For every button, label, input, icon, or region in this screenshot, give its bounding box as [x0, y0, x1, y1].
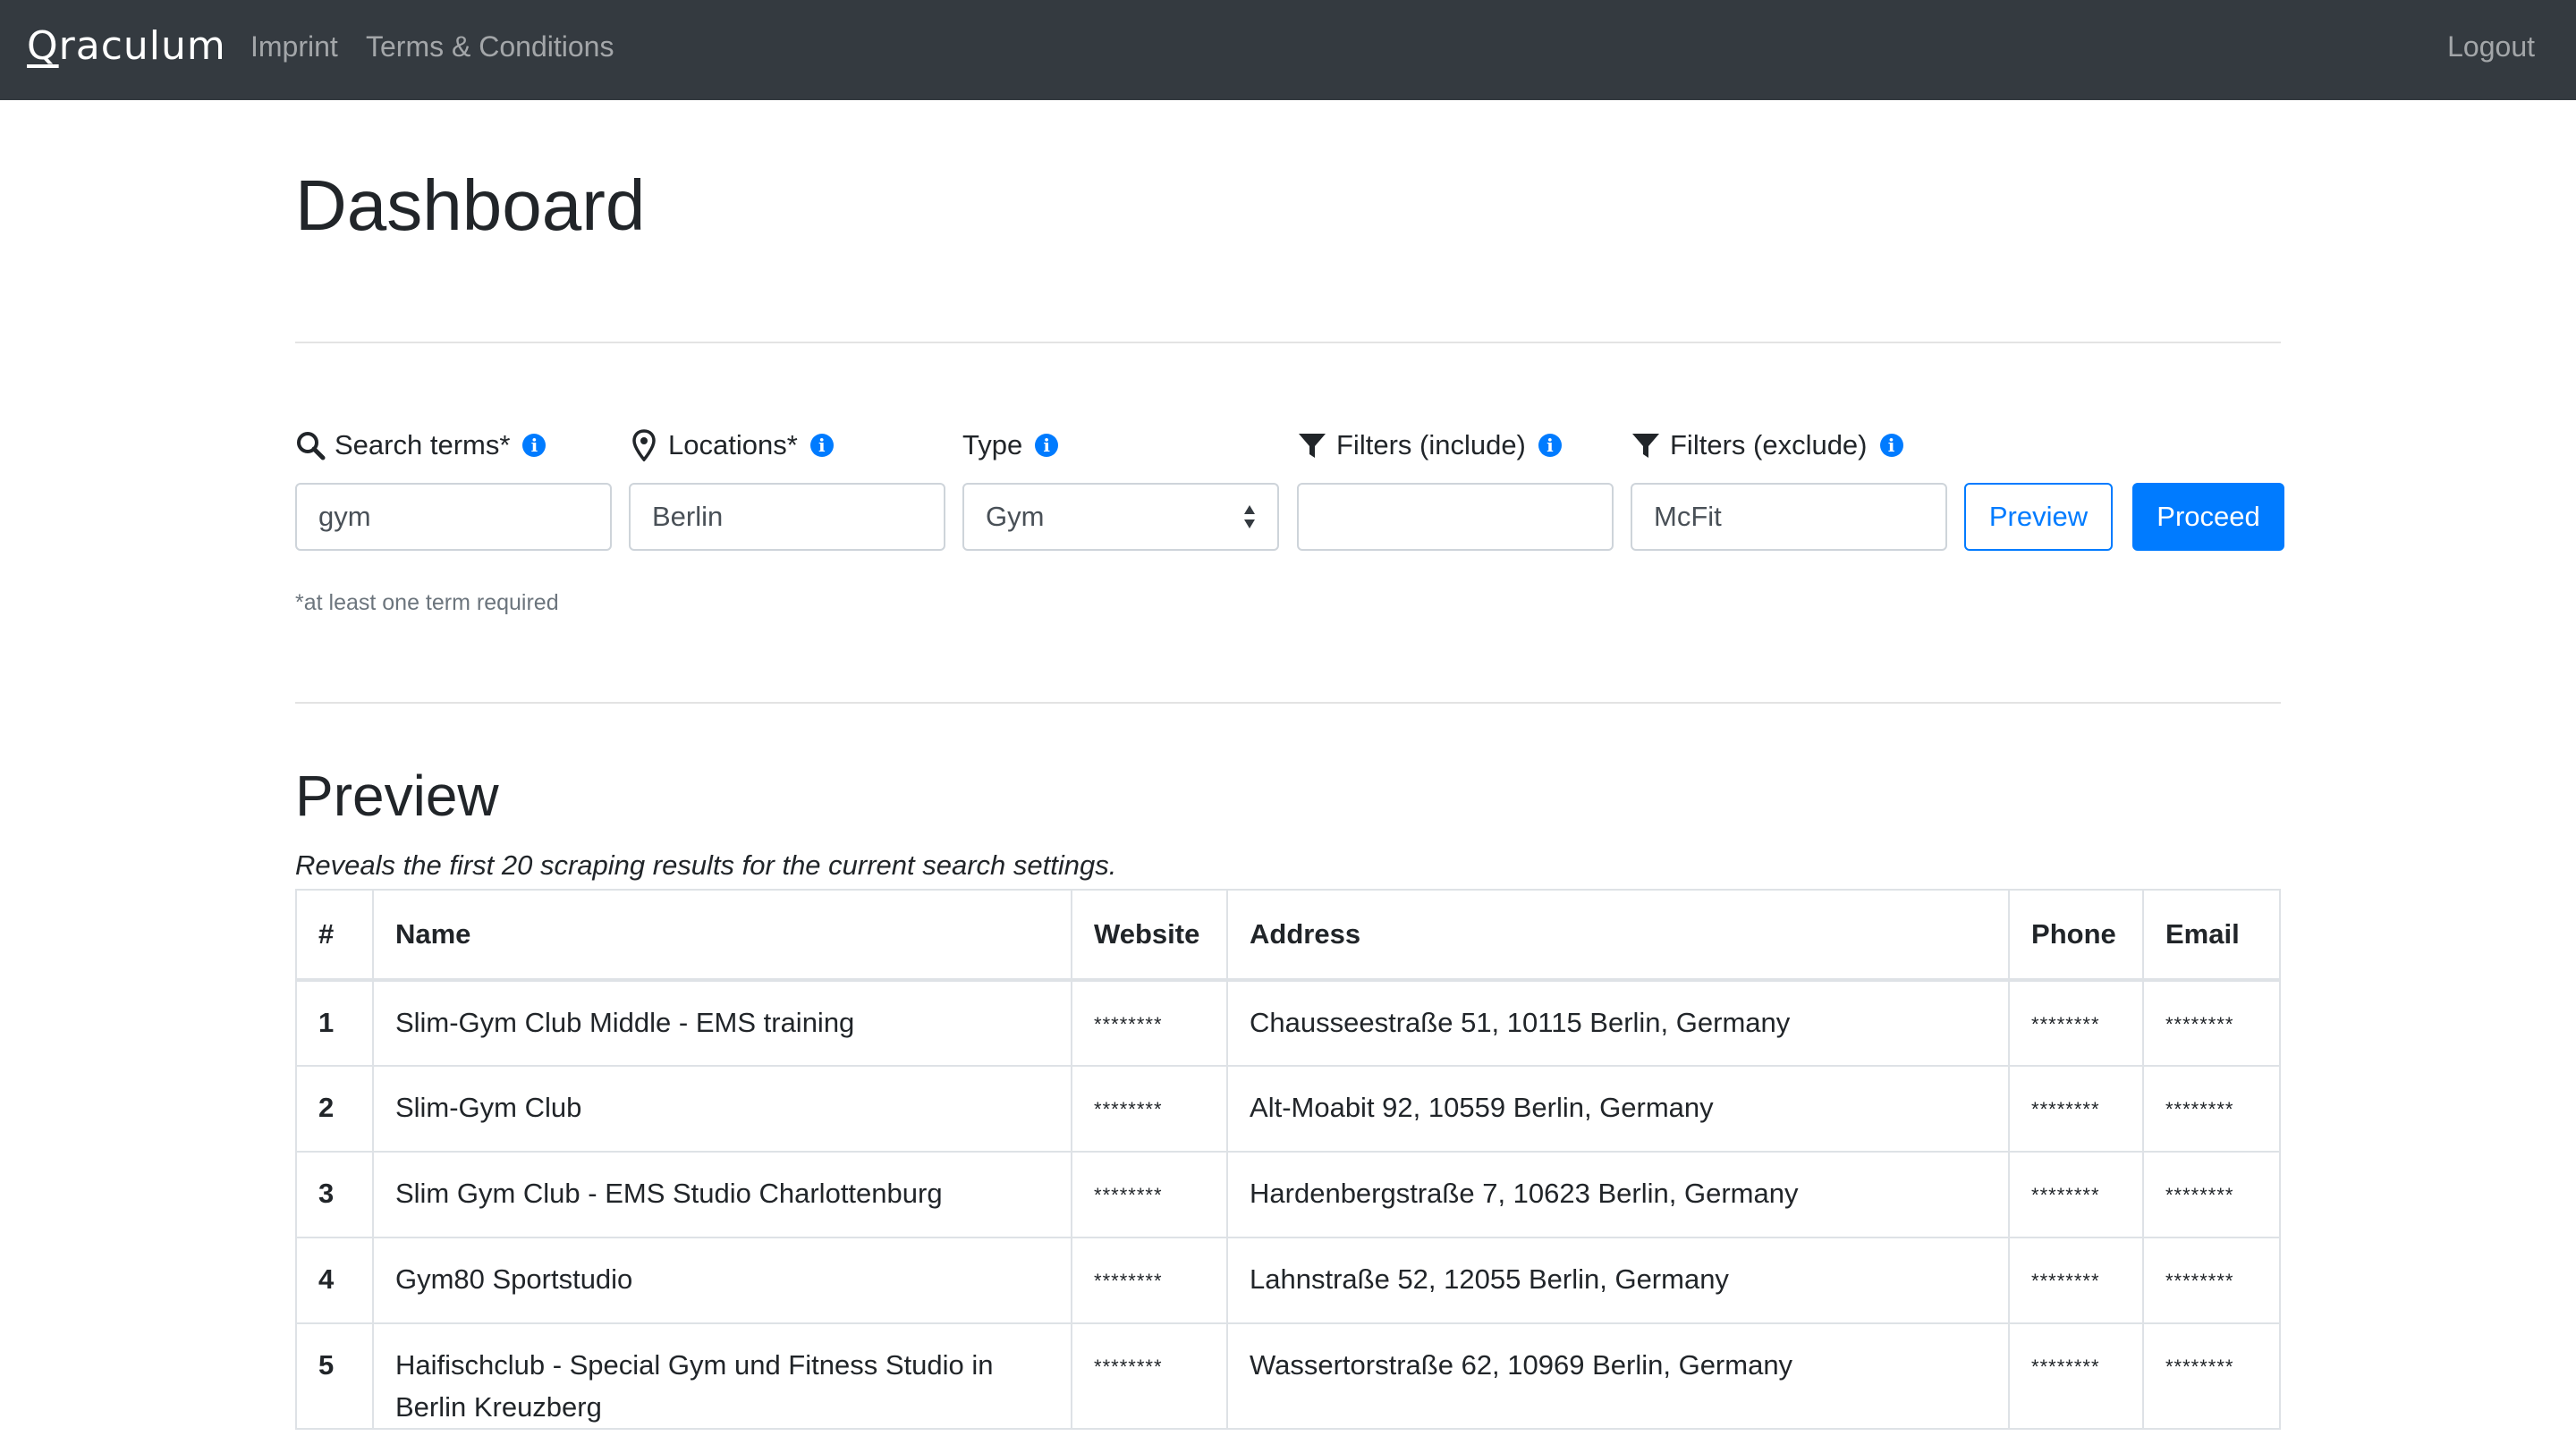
search-terms-field: Search terms* i: [295, 420, 612, 551]
row-website: ********: [1071, 979, 1229, 1067]
type-label: Type i: [962, 420, 1279, 470]
row-number: 5: [295, 1322, 374, 1430]
filters-exclude-label: Filters (exclude) i: [1631, 420, 1947, 470]
search-terms-label-text: Search terms*: [335, 429, 511, 460]
brand-logo[interactable]: Qraculum: [27, 23, 226, 69]
row-address: Hardenbergstraße 7, 10623 Berlin, German…: [1226, 1151, 2011, 1238]
filter-icon: [1631, 430, 1661, 460]
column-header-website: Website: [1071, 889, 1229, 982]
row-address: Lahnstraße 52, 12055 Berlin, Germany: [1226, 1237, 2011, 1324]
row-website: ********: [1071, 1151, 1229, 1238]
type-field: Type i Gym: [962, 420, 1279, 551]
filters-include-label: Filters (include) i: [1297, 420, 1614, 470]
filters-include-label-text: Filters (include): [1336, 429, 1526, 460]
table-row: 1 Slim-Gym Club Middle - EMS training **…: [295, 979, 2281, 1067]
select-arrows-icon: [1243, 503, 1256, 530]
info-icon[interactable]: i: [522, 434, 547, 457]
table-header-row: # Name Website Address Phone Email: [295, 889, 2281, 982]
brand-logo-initial: Q: [27, 23, 59, 69]
locations-field: Locations* i: [629, 420, 945, 551]
preview-heading: Preview: [295, 764, 499, 828]
row-phone: ********: [2008, 1151, 2144, 1238]
table-row: 4 Gym80 Sportstudio ******** Lahnstraße …: [295, 1237, 2281, 1324]
nav-terms-link[interactable]: Terms & Conditions: [366, 30, 614, 63]
type-label-text: Type: [962, 429, 1023, 460]
row-address: Wassertorstraße 62, 10969 Berlin, German…: [1226, 1322, 2011, 1430]
row-email: ********: [2142, 1065, 2281, 1153]
table-row: 2 Slim-Gym Club ******** Alt-Moabit 92, …: [295, 1065, 2281, 1153]
row-name: Slim-Gym Club Middle - EMS training: [371, 979, 1073, 1067]
row-number: 4: [295, 1237, 374, 1324]
filter-icon: [1297, 430, 1327, 460]
navbar: Qraculum Imprint Terms & Conditions Logo…: [0, 0, 2576, 100]
search-icon: [295, 430, 326, 460]
type-select-value: Gym: [986, 501, 1045, 532]
row-email: ********: [2142, 1151, 2281, 1238]
proceed-button[interactable]: Proceed: [2132, 483, 2284, 551]
nav-imprint-link[interactable]: Imprint: [250, 30, 338, 63]
column-header-number: #: [295, 889, 374, 982]
column-header-address: Address: [1226, 889, 2011, 982]
column-header-name: Name: [371, 889, 1073, 982]
results-table: # Name Website Address Phone Email 1 Sli…: [295, 889, 2281, 1430]
filters-include-field: Filters (include) i: [1297, 420, 1614, 551]
locations-label: Locations* i: [629, 420, 945, 470]
row-phone: ********: [2008, 1065, 2144, 1153]
column-header-phone: Phone: [2008, 889, 2144, 982]
row-address: Chausseestraße 51, 10115 Berlin, Germany: [1226, 979, 2011, 1067]
info-icon[interactable]: i: [809, 434, 834, 457]
filters-exclude-label-text: Filters (exclude): [1670, 429, 1868, 460]
table-row: 5 Haifischclub - Special Gym und Fitness…: [295, 1322, 2281, 1430]
row-website: ********: [1071, 1237, 1229, 1324]
info-icon[interactable]: i: [1538, 434, 1562, 457]
row-number: 3: [295, 1151, 374, 1238]
row-phone: ********: [2008, 1237, 2144, 1324]
column-header-email: Email: [2142, 889, 2281, 982]
filters-exclude-field: Filters (exclude) i: [1631, 420, 1947, 551]
search-terms-label: Search terms* i: [295, 420, 612, 470]
row-name: Gym80 Sportstudio: [371, 1237, 1073, 1324]
nav-logout-link[interactable]: Logout: [2447, 30, 2535, 63]
row-name: Haifischclub - Special Gym und Fitness S…: [371, 1322, 1073, 1430]
preview-subtitle: Reveals the first 20 scraping results fo…: [295, 849, 1117, 881]
row-website: ********: [1071, 1065, 1229, 1153]
filters-include-input[interactable]: [1297, 483, 1614, 551]
locations-label-text: Locations*: [668, 429, 798, 460]
preview-button[interactable]: Preview: [1964, 483, 2113, 551]
row-website: ********: [1071, 1322, 1229, 1430]
row-name: Slim Gym Club - EMS Studio Charlottenbur…: [371, 1151, 1073, 1238]
row-phone: ********: [2008, 1322, 2144, 1430]
row-name: Slim-Gym Club: [371, 1065, 1073, 1153]
row-number: 2: [295, 1065, 374, 1153]
divider: [295, 702, 2281, 704]
row-phone: ********: [2008, 979, 2144, 1067]
brand-logo-rest: raculum: [58, 23, 226, 69]
map-marker-icon: [629, 429, 659, 461]
locations-input[interactable]: [629, 483, 945, 551]
row-number: 1: [295, 979, 374, 1067]
filters-exclude-input[interactable]: [1631, 483, 1947, 551]
divider: [295, 342, 2281, 343]
table-row: 3 Slim Gym Club - EMS Studio Charlottenb…: [295, 1151, 2281, 1238]
required-hint: *at least one term required: [295, 590, 559, 615]
row-email: ********: [2142, 1322, 2281, 1430]
row-address: Alt-Moabit 92, 10559 Berlin, Germany: [1226, 1065, 2011, 1153]
type-select[interactable]: Gym: [962, 483, 1279, 551]
search-terms-input[interactable]: [295, 483, 612, 551]
page-title: Dashboard: [295, 165, 646, 245]
row-email: ********: [2142, 979, 2281, 1067]
info-icon[interactable]: i: [1879, 434, 1903, 457]
row-email: ********: [2142, 1237, 2281, 1324]
info-icon[interactable]: i: [1035, 434, 1059, 457]
